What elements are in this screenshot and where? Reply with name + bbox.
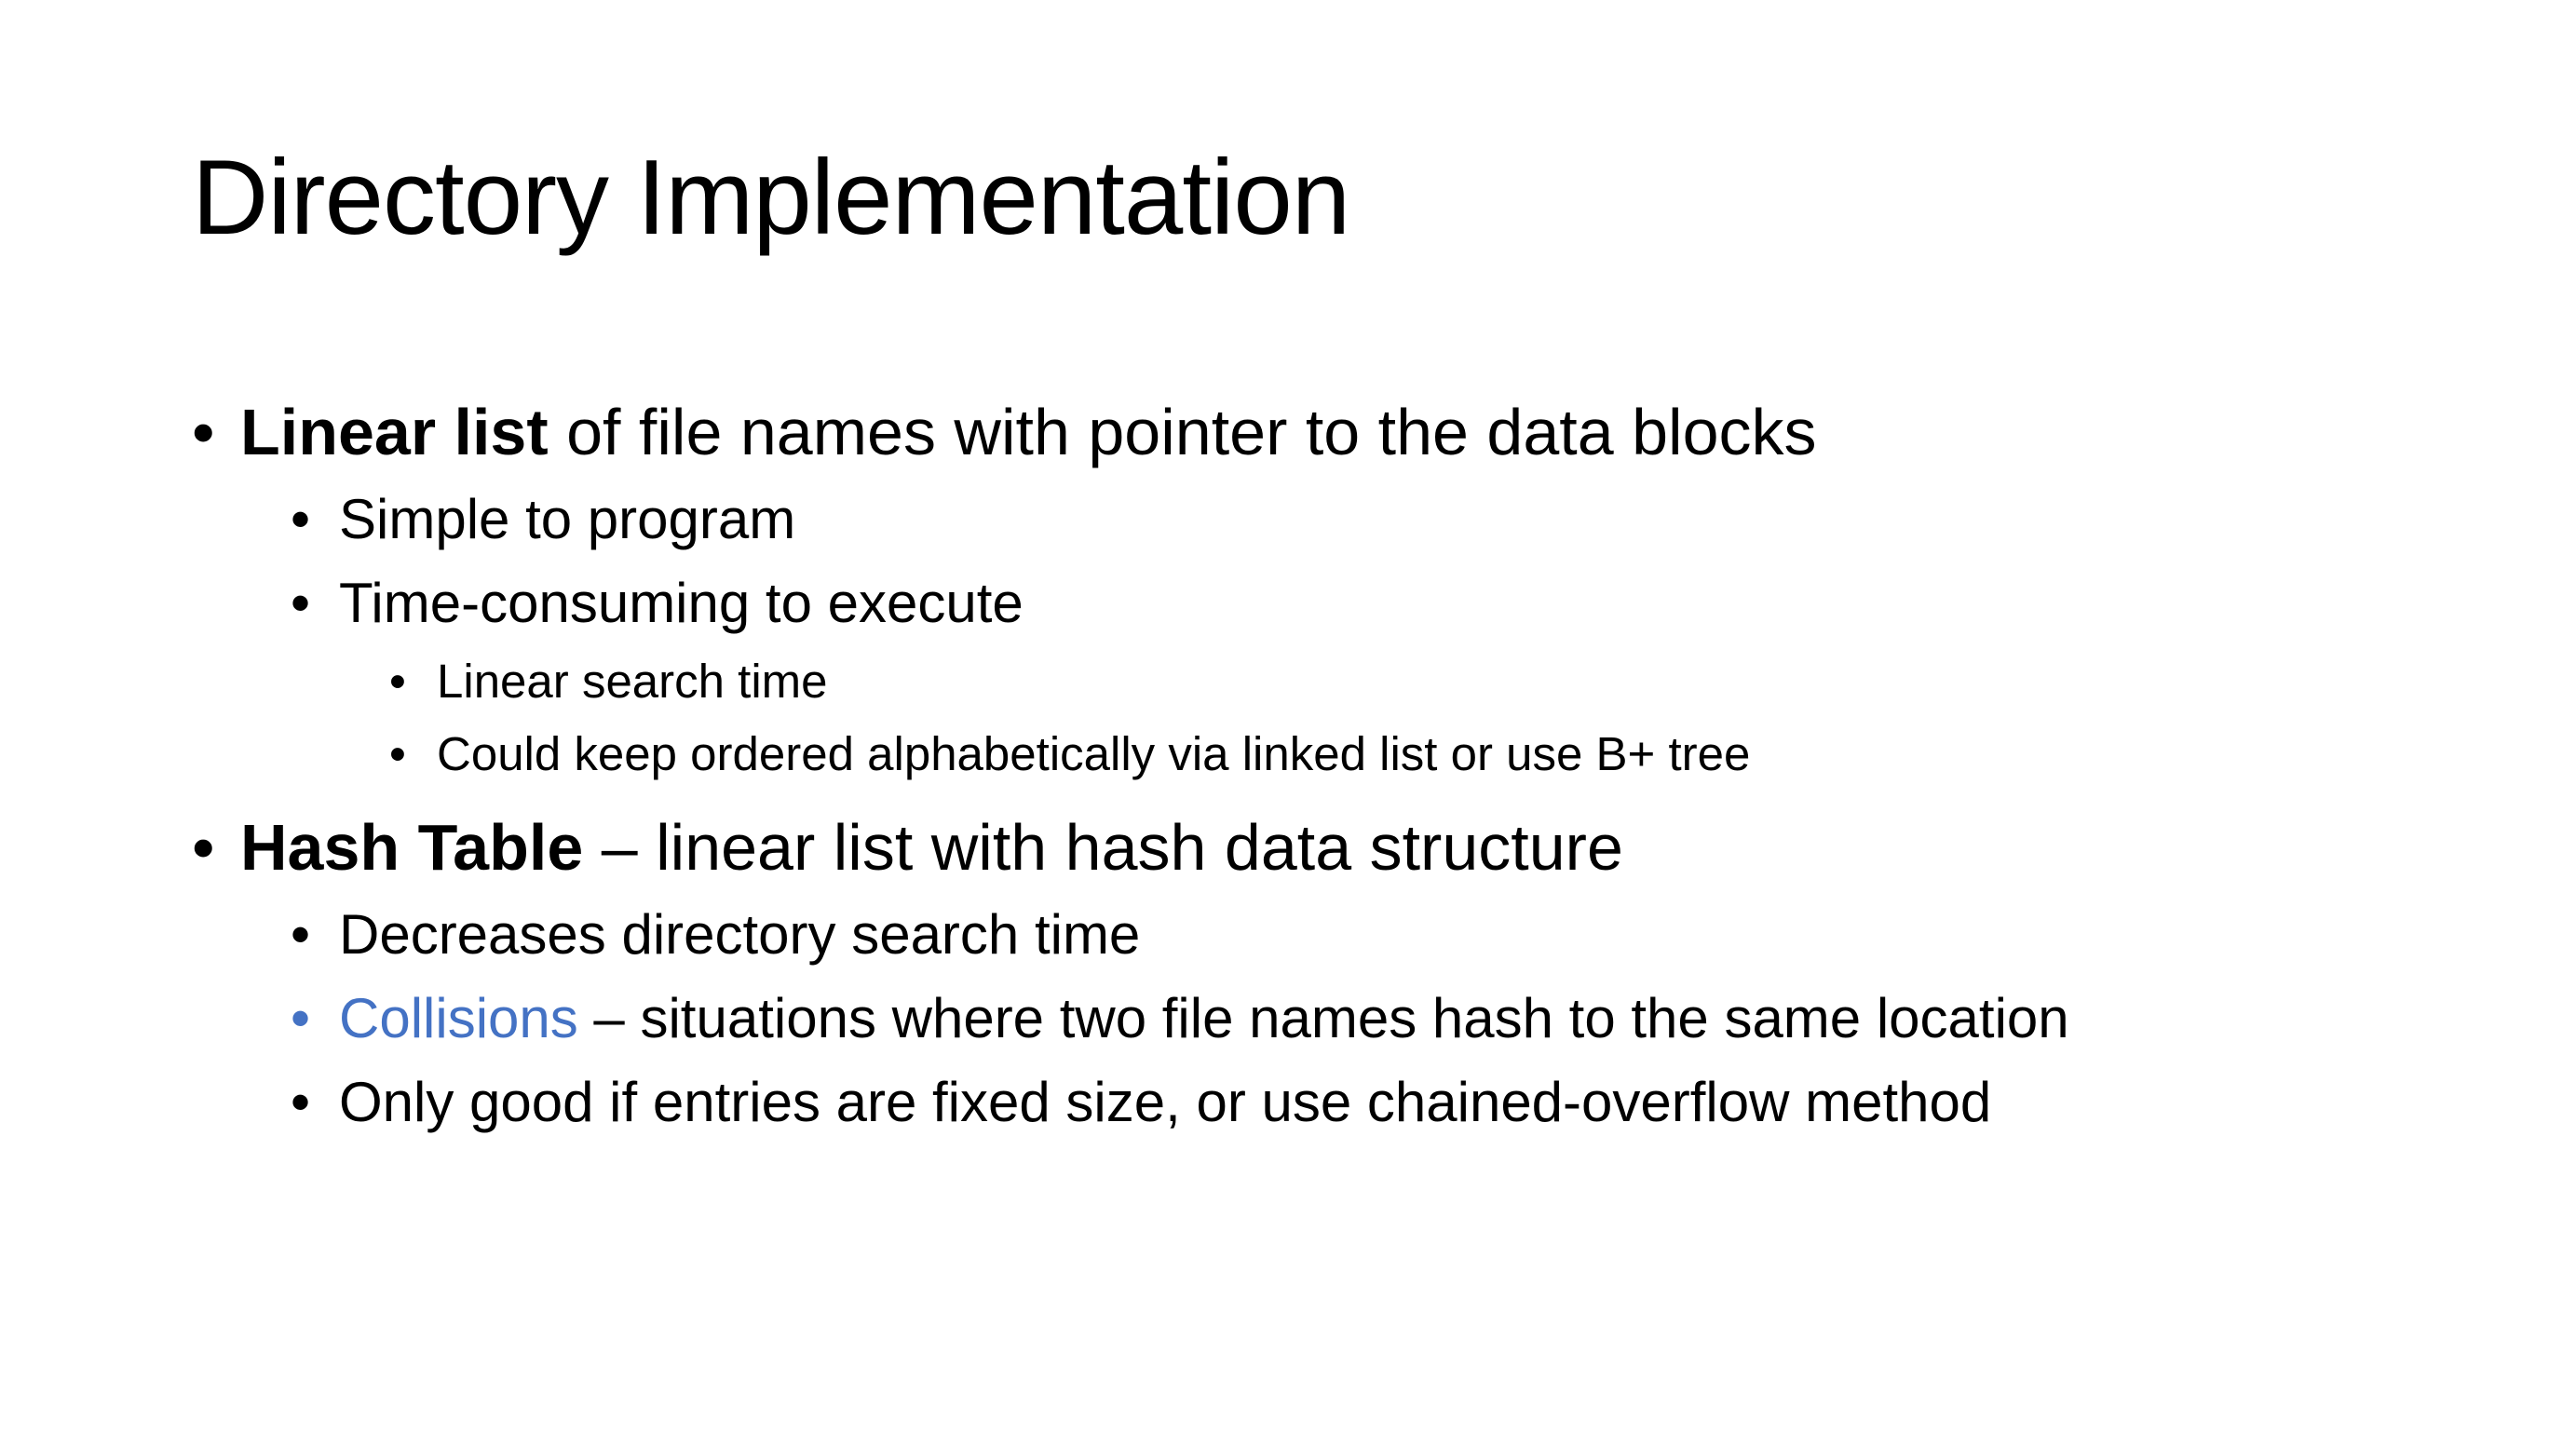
bullet-list: • Linear list of file names with pointer… [192,386,2427,1144]
bullet-icon: • [291,987,311,1049]
slide: Directory Implementation • Linear list o… [0,0,2576,1447]
list-item: • Decreases directory search time [192,893,2427,977]
list-item: • Linear search time [192,645,2427,718]
item-bold-term: Hash Table [240,811,584,884]
list-item: • Linear list of file names with pointer… [192,386,2427,478]
item-text: Linear search time [437,655,828,708]
bullet-icon: • [291,1071,311,1133]
item-text: Could keep ordered alphabetically via li… [437,727,1751,780]
item-bold-term: Linear list [240,396,549,468]
list-item: • Only good if entries are fixed size, o… [192,1061,2427,1144]
list-item: • Hash Table – linear list with hash dat… [192,802,2427,893]
bullet-icon: • [192,811,215,884]
list-item: • Could keep ordered alphabetically via … [192,718,2427,791]
item-text: Simple to program [339,488,796,550]
list-item: • Collisions – situations where two file… [192,977,2427,1061]
bullet-icon: • [389,727,406,780]
item-text: – linear list with hash data structure [583,811,1623,884]
item-text: Decreases directory search time [339,903,1141,966]
item-text: of file names with pointer to the data b… [548,396,1817,468]
list-item: • Simple to program [192,478,2427,561]
item-text: – situations where two file names hash t… [577,987,2069,1049]
bullet-icon: • [192,396,215,468]
item-text: Only good if entries are fixed size, or … [339,1071,1992,1133]
bullet-icon: • [291,572,311,634]
bullet-icon: • [291,903,311,966]
bullet-icon: • [389,655,406,708]
list-item: • Time-consuming to execute [192,561,2427,645]
item-text: Time-consuming to execute [339,572,1024,634]
bullet-icon: • [291,488,311,550]
item-highlight-term: Collisions [339,987,578,1049]
slide-title: Directory Implementation [192,139,1350,257]
